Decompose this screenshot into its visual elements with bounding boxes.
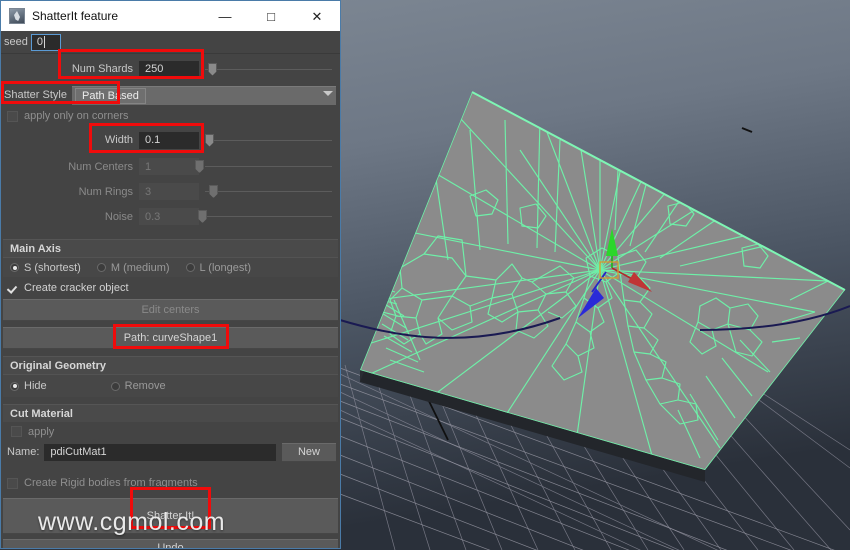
- slider-track: [205, 166, 332, 167]
- num-rings-label: Num Rings: [78, 185, 133, 198]
- original-geometry-label-hide: Hide: [24, 380, 47, 392]
- chevron-down-icon: [323, 90, 333, 96]
- shatter-style-label: Shatter Style: [4, 89, 67, 101]
- noise-input: 0.3: [139, 208, 199, 225]
- watermark: www.cgmol.com: [38, 508, 226, 536]
- num-centers-label: Num Centers: [68, 160, 133, 173]
- create-rigid-bodies-label: Create Rigid bodies from fragments: [24, 477, 198, 489]
- seed-input[interactable]: 0: [30, 33, 61, 51]
- app-icon: [9, 8, 25, 24]
- cut-material-name-row: Name: pdiCutMat1 New: [1, 441, 340, 463]
- shatter-style-row: Shatter Style Path Based: [1, 84, 340, 106]
- slider-handle[interactable]: [208, 62, 217, 76]
- cut-material-name-label: Name:: [7, 446, 40, 458]
- slider-handle: [198, 210, 207, 223]
- original-geometry-header: Original Geometry: [3, 356, 338, 374]
- create-cracker-object-checkbox[interactable]: [7, 282, 18, 294]
- create-cracker-object-label: Create cracker object: [24, 282, 129, 294]
- num-shards-input[interactable]: 250: [139, 60, 199, 78]
- cut-material-apply-label: apply: [28, 425, 55, 438]
- width-row: Width 0.1: [1, 126, 340, 154]
- window-title: ShatterIt feature: [32, 9, 119, 23]
- main-axis-header: Main Axis: [3, 239, 338, 257]
- original-geometry-label-remove: Remove: [124, 380, 166, 392]
- create-cracker-object-row[interactable]: Create cracker object: [1, 277, 340, 299]
- slider-track: [205, 68, 332, 70]
- window-titlebar[interactable]: ShatterIt feature — □ ✕: [1, 1, 340, 31]
- seed-label: seed: [4, 36, 28, 48]
- original-geometry-radio-group: Hide Remove: [3, 374, 338, 397]
- main-axis-label-l: L (longest): [199, 261, 252, 274]
- main-axis-radio-s[interactable]: [10, 263, 19, 272]
- create-rigid-bodies-checkbox[interactable]: [7, 477, 18, 489]
- cut-material-header: Cut Material: [3, 404, 338, 422]
- width-label: Width: [104, 134, 133, 146]
- main-axis-label-m: M (medium): [110, 261, 170, 274]
- noise-label: Noise: [104, 210, 133, 223]
- noise-row: Noise 0.3: [1, 204, 340, 229]
- maximize-button[interactable]: □: [248, 1, 294, 31]
- num-rings-input: 3: [139, 183, 199, 200]
- undo-button[interactable]: Undo: [3, 539, 338, 548]
- slider-handle[interactable]: [205, 133, 214, 147]
- slider-track: [205, 216, 332, 217]
- num-centers-slider: [195, 158, 332, 175]
- num-shards-row: Num Shards 250: [1, 54, 340, 84]
- shatter-style-dropdown[interactable]: Path Based: [71, 85, 336, 105]
- cut-material-name-input[interactable]: pdiCutMat1: [44, 443, 276, 461]
- slider-track: [205, 191, 332, 192]
- width-slider[interactable]: [205, 132, 332, 149]
- shatter-style-value: Path Based: [74, 87, 146, 104]
- new-material-button[interactable]: New: [282, 442, 336, 462]
- main-axis-label-s: S (shortest): [24, 261, 81, 274]
- close-button[interactable]: ✕: [294, 1, 340, 31]
- create-rigid-bodies-row[interactable]: Create Rigid bodies from fragments: [1, 472, 340, 494]
- apply-only-corners-row[interactable]: apply only on corners: [1, 106, 340, 126]
- original-geometry-radio-hide[interactable]: [10, 381, 19, 391]
- main-axis-radio-l[interactable]: [185, 263, 195, 272]
- num-shards-label: Num Shards: [71, 63, 133, 75]
- num-shards-slider[interactable]: [205, 61, 332, 78]
- noise-slider: [198, 208, 332, 225]
- original-geometry-radio-remove[interactable]: [110, 381, 120, 391]
- shatterit-window: ShatterIt feature — □ ✕ seed 0 Num Shard…: [0, 0, 341, 549]
- apply-only-corners-label: apply only on corners: [24, 110, 129, 122]
- cut-material-apply-checkbox[interactable]: [11, 426, 22, 437]
- num-rings-slider: [205, 183, 332, 200]
- apply-only-corners-checkbox[interactable]: [7, 110, 18, 122]
- num-centers-input: 1: [139, 158, 199, 175]
- shatterit-panel: seed 0 Num Shards 250 Shatter Style Path…: [1, 31, 340, 548]
- text-caret: [43, 36, 45, 48]
- path-button[interactable]: Path: curveShape1: [3, 327, 338, 349]
- slider-track: [205, 139, 332, 141]
- seed-value: 0: [36, 36, 43, 48]
- cut-material-apply-row[interactable]: apply: [1, 422, 340, 441]
- slider-handle: [209, 185, 218, 198]
- minimize-button[interactable]: —: [202, 1, 248, 31]
- main-axis-radio-group: S (shortest) M (medium) L (longest): [3, 257, 338, 277]
- num-centers-row: Num Centers 1: [1, 154, 340, 179]
- main-axis-radio-m[interactable]: [96, 263, 106, 272]
- width-input[interactable]: 0.1: [139, 131, 199, 149]
- seed-row: seed 0: [1, 31, 340, 53]
- num-rings-row: Num Rings 3: [1, 179, 340, 204]
- edit-centers-button: Edit centers: [3, 299, 338, 321]
